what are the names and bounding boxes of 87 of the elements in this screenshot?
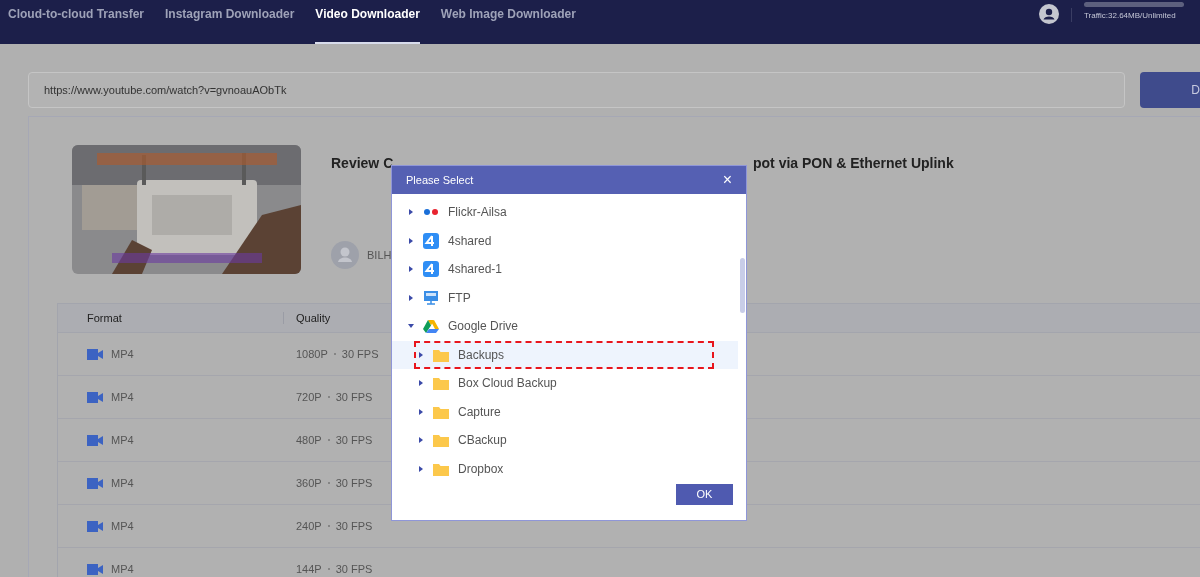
nav-tab[interactable]: Video Downloader xyxy=(315,0,420,44)
separator-dot-icon xyxy=(327,568,330,570)
fps-cell-text: 30 FPS xyxy=(335,475,373,491)
triangle-icon xyxy=(423,319,439,334)
separator-dot-icon xyxy=(333,353,336,355)
scrollbar-thumb[interactable] xyxy=(740,258,745,313)
format-cell-text: MP4 xyxy=(111,561,134,577)
tree-item[interactable]: 4shared-1 xyxy=(392,255,738,284)
tree-item-label: 4shared xyxy=(448,232,492,250)
separator-dot-icon xyxy=(327,525,330,527)
caret-right-icon[interactable] xyxy=(408,237,414,244)
format-cell-text: MP4 xyxy=(111,346,134,362)
caret-right-icon[interactable] xyxy=(418,437,424,444)
folder-icon xyxy=(433,404,449,419)
tree-item[interactable]: Google Drive xyxy=(392,312,738,341)
folder-icon xyxy=(433,347,449,362)
video-camera-icon xyxy=(87,348,103,360)
tree-item[interactable]: FTP xyxy=(392,283,738,312)
ok-button[interactable]: OK xyxy=(676,484,733,505)
quality-cell-text: 1080P xyxy=(295,346,328,362)
tree-item-label: FTP xyxy=(448,289,471,307)
quality-cell-text: 720P xyxy=(295,389,322,405)
close-button[interactable]: × xyxy=(722,172,732,188)
tree-item-label: Backups xyxy=(458,346,505,364)
folder-icon xyxy=(433,376,449,391)
fps-cell-text: 30 FPS xyxy=(335,561,373,577)
monitor-icon xyxy=(423,289,439,306)
caret-right-icon[interactable] xyxy=(408,294,414,301)
format-cell-text: MP4 xyxy=(111,475,134,491)
four-icon xyxy=(423,232,439,249)
separator-dot-icon xyxy=(327,396,330,398)
format-cell-text: MP4 xyxy=(111,432,134,448)
format-cell-text: MP4 xyxy=(111,518,134,534)
folder-icon xyxy=(433,433,449,448)
separator-dot-icon xyxy=(327,482,330,484)
caret-right-icon[interactable] xyxy=(408,266,414,273)
quality-cell-text: 480P xyxy=(295,432,322,448)
video-camera-icon xyxy=(87,520,103,532)
url-field[interactable]: https://www.youtube.com/watch?v=gvnoauAObTk xyxy=(28,72,1125,108)
video-camera-icon xyxy=(87,391,103,403)
caret-right-icon[interactable] xyxy=(408,209,414,216)
author-name: BILH xyxy=(367,247,392,263)
user-avatar-icon xyxy=(331,241,359,269)
caret-down-icon[interactable] xyxy=(408,323,414,330)
caret-right-icon[interactable] xyxy=(418,351,424,358)
four-icon xyxy=(423,261,439,278)
quality-cell-text: 144P xyxy=(295,561,322,577)
tree-item-label: CBackup xyxy=(458,432,507,450)
quality-cell-text: 240P xyxy=(295,518,322,534)
column-header: Quality xyxy=(295,310,331,326)
quality-cell-text: 360P xyxy=(295,475,322,491)
tree-item[interactable]: Capture xyxy=(392,397,738,426)
separator-dot-icon xyxy=(327,439,330,441)
tree-item-label: Dropbox xyxy=(458,460,504,478)
tree-item-label: Flickr-Ailsa xyxy=(448,204,507,222)
folder-icon xyxy=(433,461,449,476)
format-cell-text: MP4 xyxy=(111,389,134,405)
caret-right-icon[interactable] xyxy=(418,465,424,472)
tree-item[interactable]: CBackup xyxy=(392,426,738,455)
tree-item[interactable]: 4shared xyxy=(392,226,738,255)
avatar-icon[interactable] xyxy=(1039,4,1059,24)
video-camera-icon xyxy=(87,477,103,489)
tree-item-label: Capture xyxy=(458,403,501,421)
column-header: Format xyxy=(86,310,123,326)
nav-tab[interactable]: Cloud-to-cloud Transfer xyxy=(8,0,144,44)
fps-cell-text: 30 FPS xyxy=(335,432,373,448)
dialog-title: Please Select xyxy=(406,172,474,188)
caret-right-icon[interactable] xyxy=(418,380,424,387)
video-camera-icon xyxy=(87,563,103,575)
tree-item[interactable]: Box Cloud Backup xyxy=(392,369,738,398)
dots-icon xyxy=(423,208,439,217)
tree-item[interactable]: Backups xyxy=(392,340,738,369)
video-camera-icon xyxy=(87,434,103,446)
video-title: pot via PON & Ethernet Uplink xyxy=(753,154,954,173)
tree-item-label: Google Drive xyxy=(448,318,519,336)
tree-item-label: 4shared-1 xyxy=(448,261,503,279)
traffic-text: Traffic:32.64MB/Unlimited xyxy=(1084,10,1177,22)
tree-item[interactable]: Flickr-Ailsa xyxy=(392,198,738,227)
nav-tab[interactable]: Instagram Downloader xyxy=(165,0,295,44)
tree-item-label: Box Cloud Backup xyxy=(458,375,557,393)
download-button[interactable]: D xyxy=(1140,72,1200,108)
fps-cell-text: 30 FPS xyxy=(335,389,373,405)
fps-cell-text: 30 FPS xyxy=(335,518,373,534)
nav-tab[interactable]: Web Image Downloader xyxy=(440,0,576,44)
caret-right-icon[interactable] xyxy=(418,408,424,415)
fps-cell-text: 30 FPS xyxy=(341,346,379,362)
tree-item[interactable]: Dropbox xyxy=(392,454,738,483)
